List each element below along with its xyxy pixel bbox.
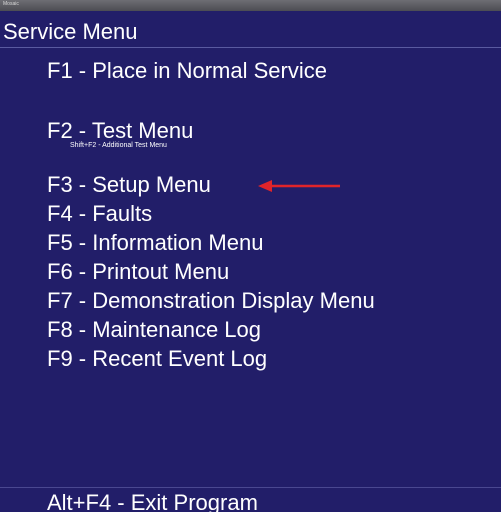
header-divider — [0, 47, 501, 48]
menu-item-maintenance-log[interactable]: F8 - Maintenance Log — [47, 317, 261, 343]
service-menu-screen: Service Menu F1 - Place in Normal Servic… — [0, 11, 501, 512]
window-title: Mosaic — [3, 1, 19, 7]
page-title: Service Menu — [3, 19, 138, 44]
window-title-bar: Mosaic — [0, 0, 501, 11]
menu-item-place-in-normal-service[interactable]: F1 - Place in Normal Service — [47, 58, 327, 84]
menu-item-demonstration-display-menu[interactable]: F7 - Demonstration Display Menu — [47, 288, 375, 314]
menu-item-information-menu[interactable]: F5 - Information Menu — [47, 230, 263, 256]
menu-item-printout-menu[interactable]: F6 - Printout Menu — [47, 259, 229, 285]
footer-divider — [0, 487, 501, 488]
exit-program-item[interactable]: Alt+F4 - Exit Program — [47, 490, 258, 512]
menu-item-recent-event-log[interactable]: F9 - Recent Event Log — [47, 346, 267, 372]
additional-test-menu-hint: Shift+F2 - Additional Test Menu — [70, 142, 167, 149]
red-arrow-left-icon — [258, 180, 340, 192]
menu-item-faults[interactable]: F4 - Faults — [47, 201, 152, 227]
menu-item-setup-menu[interactable]: F3 - Setup Menu — [47, 172, 211, 198]
